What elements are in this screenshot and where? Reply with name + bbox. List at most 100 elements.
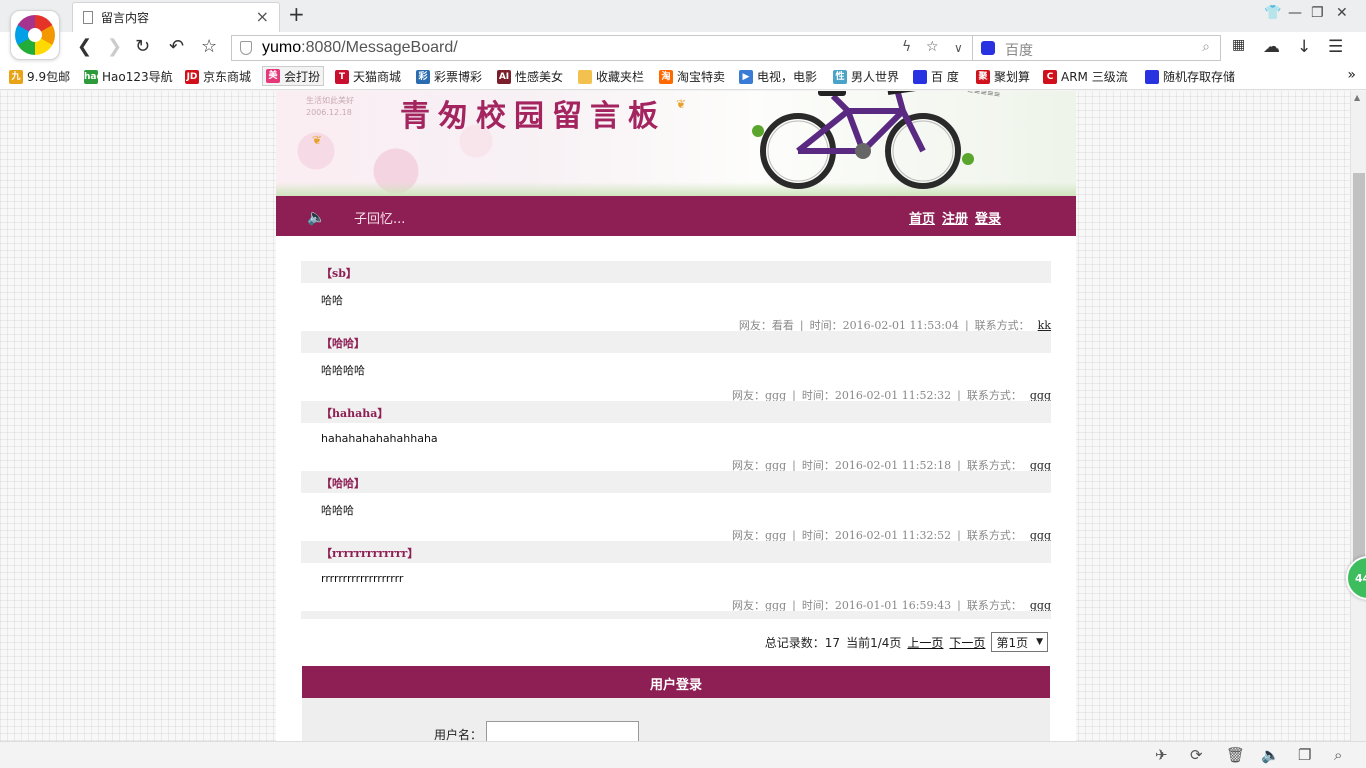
bookmark-item[interactable]: C ARM 三级流: [1043, 68, 1128, 85]
bookmark-favicon-icon: AI: [497, 69, 511, 84]
message-item: 【哈哈】 哈哈哈 网友：ggg | 时间：2016-02-01 11:32:52 | 联系方…: [301, 471, 1051, 542]
search-icon[interactable]: ⌕: [1202, 39, 1210, 55]
marquee-text: 子回忆...: [354, 212, 406, 227]
reload-icon[interactable]: ↻: [135, 36, 150, 57]
bookmark-item[interactable]: 百 度: [913, 68, 959, 85]
bookmark-label: 随机存取存储: [1163, 70, 1236, 84]
skin-icon[interactable]: 👕: [1264, 5, 1281, 21]
bookmark-favicon-icon: [913, 69, 927, 84]
close-window-icon[interactable]: ✕: [1336, 5, 1348, 21]
message-title: 【rrrrrrrrrrrrr】: [301, 541, 1051, 563]
message-list-footer: [301, 611, 1051, 619]
username-input[interactable]: [486, 721, 639, 741]
back-icon[interactable]: ❮: [77, 36, 92, 57]
total-records: 总记录数：17: [764, 635, 841, 650]
bookmark-label: 聚划算: [994, 70, 1031, 84]
browser-tab[interactable]: 留言内容 ×: [72, 2, 280, 32]
refresh-circle-icon[interactable]: ⟳: [1190, 746, 1203, 764]
bookmark-star-icon[interactable]: ☆: [926, 39, 939, 55]
nav-home-link[interactable]: 首页: [909, 208, 935, 227]
dropdown-chevron-icon[interactable]: ∨: [954, 41, 963, 55]
message-board-page: 生活如此美好 2006.12.18 青匆校园留言板 ❦ ❦ ≡≡≡≡≡ 🔈 子回忆…: [276, 91, 1076, 741]
scroll-up-icon[interactable]: ▲: [1354, 93, 1360, 102]
undo-close-icon[interactable]: ↶: [169, 36, 184, 57]
menu-icon[interactable]: ☰: [1328, 37, 1343, 57]
bookmark-label: 京东商城: [203, 70, 252, 84]
minimize-icon[interactable]: —: [1288, 5, 1302, 21]
window-icon[interactable]: ❐: [1298, 746, 1311, 764]
url-text[interactable]: yumo:8080/MessageBoard/: [262, 39, 458, 57]
bookmark-item[interactable]: T 天猫商城: [335, 68, 401, 85]
bookmarks-bar: 九 9.9包邮 hao Hao123导航 JD 京东商城美会打扮 T 天猫商城彩彩票博彩 AI 性…: [0, 64, 1366, 90]
login-panel: 用户登录 用户名：: [302, 666, 1050, 741]
message-item: 【哈哈】 哈哈哈哈 网友：ggg | 时间：2016-02-01 11:52:32 | 联系…: [301, 331, 1051, 402]
bookmark-item[interactable]: 收藏夹栏: [578, 68, 644, 85]
new-tab-icon[interactable]: +: [288, 2, 305, 26]
site-banner: 生活如此美好 2006.12.18 青匆校园留言板 ❦ ❦ ≡≡≡≡≡: [276, 91, 1076, 196]
download-icon[interactable]: ↓: [1297, 37, 1311, 57]
message-title: 【哈哈】: [301, 471, 1051, 493]
nav-login-link[interactable]: 登录: [975, 208, 1001, 227]
bookmarks-overflow-icon[interactable]: »: [1347, 67, 1356, 83]
next-page-link[interactable]: 下一页: [949, 634, 985, 651]
bookmark-favicon-icon: 彩: [416, 69, 430, 84]
tab-title: 留言内容: [101, 11, 150, 25]
bookmark-item[interactable]: 彩彩票博彩: [416, 68, 482, 85]
bookmark-item[interactable]: hao Hao123导航: [84, 68, 173, 85]
zoom-icon[interactable]: ⌕: [1334, 746, 1342, 764]
address-bar[interactable]: yumo:8080/MessageBoard/ ϟ ☆ ∨: [231, 35, 973, 61]
prev-page-link[interactable]: 上一页: [907, 634, 943, 651]
page-icon: [83, 11, 93, 24]
message-list: 【sb】 哈哈 网友：看看 | 时间：2016-02-01 11:53:04 | 联系方式：…: [301, 261, 1051, 612]
browser-toolbar: ❮ ❯ ↻ ↶ ☆ yumo:8080/MessageBoard/ ϟ ☆ ∨ …: [0, 32, 1366, 64]
speaker-icon[interactable]: 🔈: [307, 208, 326, 226]
bookmark-label: 性感美女: [515, 70, 564, 84]
page-select[interactable]: 第1页 ▼: [991, 632, 1048, 652]
security-shield-icon: [240, 41, 252, 55]
browser-statusbar: ✈ ⟳ 🗑 🔈 ❐ ⌕: [0, 741, 1366, 768]
scrollbar-thumb[interactable]: [1353, 173, 1365, 573]
bookmark-item[interactable]: 淘淘宝特卖: [659, 68, 725, 85]
bookmark-item[interactable]: 美会打扮: [262, 66, 325, 86]
message-title: 【sb】: [301, 261, 1051, 283]
bookmark-item[interactable]: 随机存取存储: [1145, 68, 1235, 85]
apps-grid-icon[interactable]: ▦: [1232, 37, 1245, 53]
lightning-icon[interactable]: ϟ: [902, 39, 911, 55]
nav-register-link[interactable]: 注册: [942, 208, 968, 227]
bookmark-favicon-icon: ▶: [739, 69, 753, 84]
bookmark-label: 男人世界: [851, 70, 900, 84]
restore-icon[interactable]: ❐: [1311, 5, 1324, 21]
browser-logo[interactable]: [10, 10, 60, 60]
trash-icon[interactable]: 🗑: [1226, 746, 1245, 764]
butterfly-icon: ❦: [312, 133, 323, 147]
bookmark-label: 彩票博彩: [434, 70, 483, 84]
page-viewport: 生活如此美好 2006.12.18 青匆校园留言板 ❦ ❦ ≡≡≡≡≡ 🔈 子回忆…: [0, 91, 1350, 741]
tab-close-icon[interactable]: ×: [256, 7, 269, 26]
message-body: hahahahahahahhaha: [321, 432, 438, 445]
bookmark-item[interactable]: JD 京东商城: [185, 68, 251, 85]
bookmark-favicon-icon: JD: [185, 69, 199, 84]
pin-icon[interactable]: ✈: [1155, 746, 1168, 764]
banner-note: 生活如此美好 2006.12.18: [306, 96, 354, 117]
bookmark-label: 百 度: [931, 70, 959, 84]
bookmark-label: 电视，电影: [757, 70, 818, 84]
butterfly-icon: ❦: [676, 97, 687, 111]
bookmark-label: 收藏夹栏: [596, 70, 645, 84]
bookmark-item[interactable]: ▶ 电视，电影: [739, 68, 817, 85]
bookmark-item[interactable]: 九 9.9包邮: [9, 68, 70, 85]
message-item: 【rrrrrrrrrrrrr】 rrrrrrrrrrrrrrrrrrr 网友：ggg…: [301, 541, 1051, 612]
current-page-info: 当前1/4页: [846, 635, 902, 650]
bookmark-item[interactable]: 聚聚划算: [976, 68, 1030, 85]
forward-icon[interactable]: ❯: [107, 36, 122, 57]
search-box[interactable]: 百度 ⌕: [973, 35, 1221, 61]
volume-icon[interactable]: 🔈: [1261, 746, 1280, 764]
bookmark-favicon-icon: 美: [266, 69, 280, 83]
bookmark-item[interactable]: AI 性感美女: [497, 68, 563, 85]
message-title: 【hahaha】: [301, 401, 1051, 423]
bookmark-item[interactable]: 性男人世界: [833, 68, 899, 85]
cloud-icon[interactable]: ☁: [1263, 37, 1280, 57]
bookmark-favicon-icon: [1145, 69, 1159, 84]
bicycle-illustration: [752, 91, 974, 189]
page-scrollbar[interactable]: ▲: [1350, 91, 1366, 741]
favorite-star-icon[interactable]: ☆: [201, 36, 217, 57]
